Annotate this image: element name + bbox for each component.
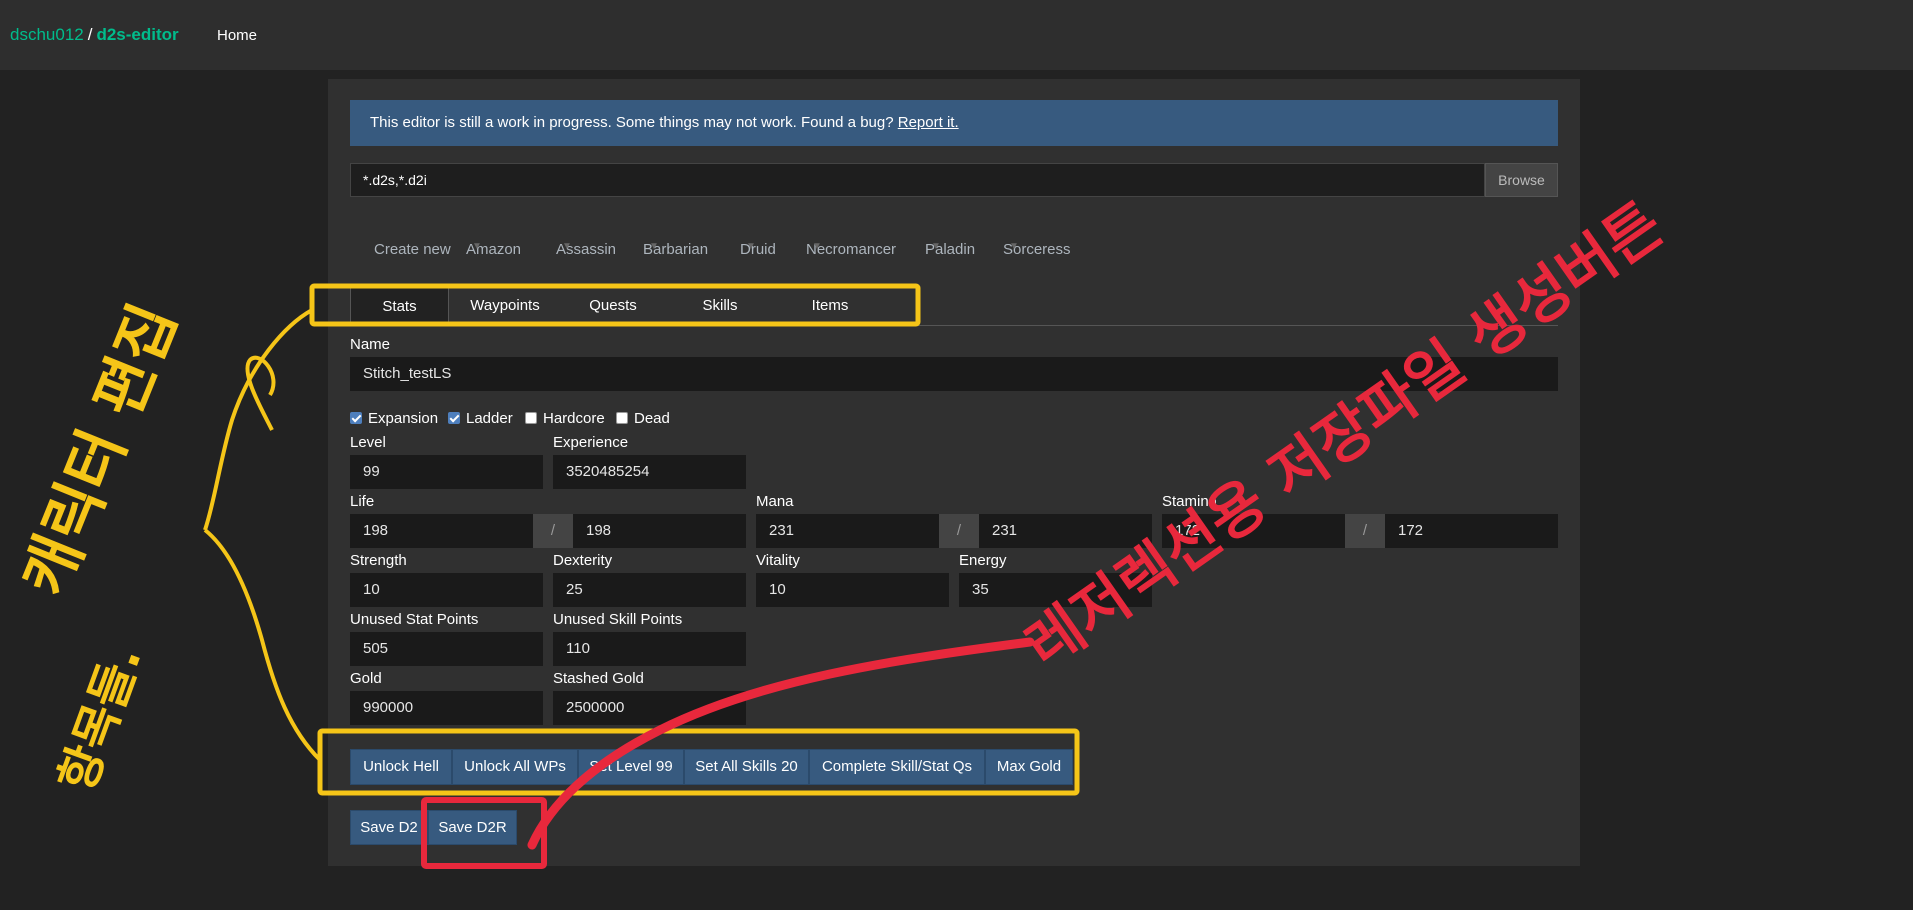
tab-waypoints[interactable]: Waypoints: [460, 287, 550, 325]
tab-skills[interactable]: Skills: [690, 287, 750, 325]
caret-down-icon: ▼: [931, 241, 941, 252]
save-d2-button[interactable]: Save D2: [350, 810, 428, 845]
dead-checkbox[interactable]: Dead: [616, 410, 670, 427]
stashed-gold-label: Stashed Gold: [553, 670, 644, 687]
stamina-max-input[interactable]: 172: [1385, 514, 1558, 548]
life-separator: /: [533, 514, 573, 548]
life-label: Life: [350, 493, 375, 510]
brand-separator: /: [87, 25, 93, 44]
file-input[interactable]: *.d2s,*.d2i: [350, 163, 1485, 197]
dexterity-label: Dexterity: [553, 552, 613, 569]
nav-home-link[interactable]: Home: [217, 27, 257, 44]
tab-items[interactable]: Items: [800, 287, 860, 325]
file-picker: *.d2s,*.d2i Browse: [350, 163, 1558, 197]
mana-separator: /: [939, 514, 979, 548]
unlock-hell-button[interactable]: Unlock Hell: [350, 749, 452, 785]
stamina-separator: /: [1345, 514, 1385, 548]
repo-name-link[interactable]: d2s-editor: [96, 25, 178, 44]
checkbox-label: Ladder: [466, 410, 513, 427]
editor-container: This editor is still a work in progress.…: [328, 79, 1580, 866]
unused-stat-label: Unused Stat Points: [350, 611, 479, 628]
life-current-input[interactable]: 198: [350, 514, 533, 548]
stamina-current-input[interactable]: 172: [1162, 514, 1345, 548]
vitality-label: Vitality: [756, 552, 800, 569]
life-max-input[interactable]: 198: [573, 514, 746, 548]
bracket-loop: [245, 355, 276, 431]
vitality-input[interactable]: 10: [756, 573, 949, 607]
set-level-99-button[interactable]: Set Level 99: [578, 749, 684, 785]
hardcore-checkbox[interactable]: Hardcore: [525, 410, 605, 427]
expansion-checkbox[interactable]: Expansion: [350, 410, 438, 427]
caret-down-icon: ▼: [562, 241, 572, 252]
stamina-label: Stamina: [1162, 493, 1218, 510]
bracket-line-bottom: [203, 528, 322, 762]
ladder-checkbox[interactable]: Ladder: [448, 410, 513, 427]
unlock-all-wps-button[interactable]: Unlock All WPs: [452, 749, 578, 785]
caret-down-icon: ▼: [1009, 241, 1019, 252]
checkbox-label: Hardcore: [543, 410, 605, 427]
caret-down-icon: ▼: [812, 241, 822, 252]
strength-label: Strength: [350, 552, 407, 569]
wip-alert: This editor is still a work in progress.…: [350, 100, 1558, 146]
mana-current-input[interactable]: 231: [756, 514, 939, 548]
checkbox-checked-icon: [448, 412, 460, 424]
tab-stats[interactable]: Stats: [350, 287, 449, 325]
gold-label: Gold: [350, 670, 382, 687]
strength-input[interactable]: 10: [350, 573, 543, 607]
brand[interactable]: dschu012/d2s-editor: [10, 25, 179, 45]
experience-label: Experience: [553, 434, 629, 451]
caret-down-icon: ▼: [746, 241, 756, 252]
stashed-gold-input[interactable]: 2500000: [553, 691, 746, 725]
energy-input[interactable]: 35: [959, 573, 1152, 607]
browse-button[interactable]: Browse: [1485, 163, 1558, 197]
mana-max-input[interactable]: 231: [979, 514, 1152, 548]
experience-input[interactable]: 3520485254: [553, 455, 746, 489]
max-gold-button[interactable]: Max Gold: [985, 749, 1073, 785]
editor-tabs: Stats Waypoints Quests Skills Items: [350, 287, 1558, 326]
alert-message: This editor is still a work in progress.…: [370, 114, 894, 131]
report-bug-link[interactable]: Report it.: [898, 114, 959, 131]
repo-owner-link[interactable]: dschu012: [10, 25, 84, 44]
checkbox-unchecked-icon: [525, 412, 537, 424]
create-new-label[interactable]: Create new: [374, 241, 451, 258]
caret-down-icon: ▼: [649, 241, 659, 252]
annotation-character-edit: 캐릭터 편집: [8, 294, 191, 606]
top-navbar: dschu012/d2s-editor Home: [0, 0, 1913, 70]
tab-quests[interactable]: Quests: [578, 287, 648, 325]
checkbox-label: Expansion: [368, 410, 439, 427]
level-input[interactable]: 99: [350, 455, 543, 489]
unused-stat-input[interactable]: 505: [350, 632, 543, 666]
complete-quests-button[interactable]: Complete Skill/Stat Qs: [809, 749, 985, 785]
mana-label: Mana: [756, 493, 794, 510]
checkbox-checked-icon: [350, 412, 362, 424]
set-all-skills-button[interactable]: Set All Skills 20: [684, 749, 809, 785]
name-label: Name: [350, 336, 391, 353]
gold-input[interactable]: 990000: [350, 691, 543, 725]
save-d2r-button[interactable]: Save D2R: [428, 810, 517, 845]
unused-skill-input[interactable]: 110: [553, 632, 746, 666]
energy-label: Energy: [959, 552, 1007, 569]
level-label: Level: [350, 434, 386, 451]
checkbox-label: Dead: [634, 410, 670, 427]
bracket-line-top: [203, 308, 313, 531]
checkbox-unchecked-icon: [616, 412, 628, 424]
unused-skill-label: Unused Skill Points: [553, 611, 683, 628]
annotation-items: 항목들.: [49, 638, 153, 799]
caret-down-icon: ▼: [472, 241, 482, 252]
dexterity-input[interactable]: 25: [553, 573, 746, 607]
name-input[interactable]: Stitch_testLS: [350, 357, 1558, 391]
